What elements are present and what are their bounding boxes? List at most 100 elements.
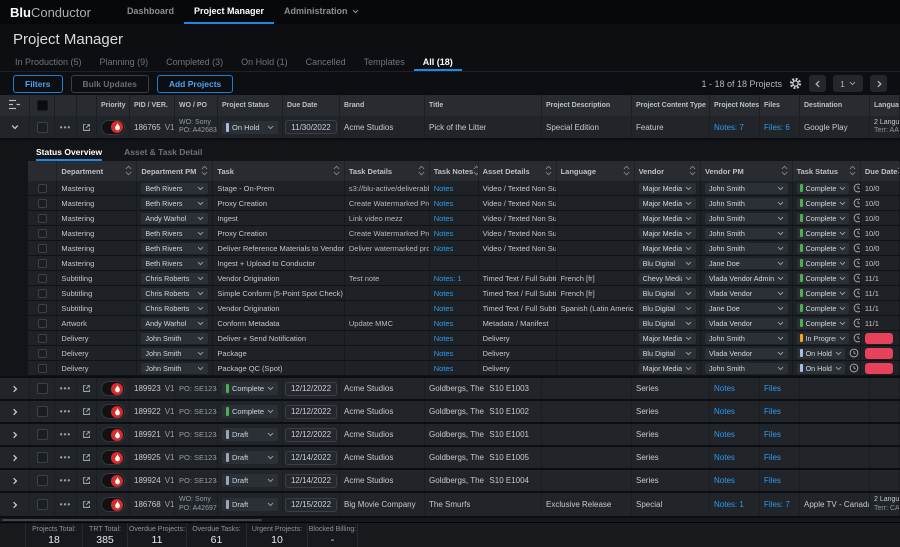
task-notes-link[interactable]: Notes xyxy=(434,184,454,193)
detail-tab-asset-task-detail[interactable]: Asset & Task Detail xyxy=(124,144,202,161)
project-files-link[interactable]: Files xyxy=(764,453,781,462)
tree-view-icon[interactable] xyxy=(8,99,21,112)
task-status-select[interactable]: Completed xyxy=(797,288,849,299)
vendor-select[interactable]: Blu Digital xyxy=(639,303,696,314)
task-notes-link[interactable]: Notes xyxy=(434,349,454,358)
vendor-pm-select[interactable]: John Smith xyxy=(705,183,788,194)
project-status-select[interactable]: Completed xyxy=(222,405,278,418)
clock-icon[interactable] xyxy=(853,198,861,208)
due-date-field[interactable]: 12/12/2022 xyxy=(285,428,337,442)
department-pm-select[interactable]: Beth Rivers xyxy=(141,243,208,254)
nav-item-project-manager[interactable]: Project Manager xyxy=(184,0,274,24)
vendor-pm-select[interactable]: John Smith xyxy=(705,228,788,239)
task-notes-link[interactable]: Notes xyxy=(434,244,454,253)
nav-item-dashboard[interactable]: Dashboard xyxy=(117,0,184,24)
sort-icon[interactable] xyxy=(125,165,132,178)
tab-completed-3-[interactable]: Completed (3) xyxy=(157,54,232,71)
task-checkbox[interactable] xyxy=(38,184,47,193)
project-status-select[interactable]: Draft xyxy=(222,498,278,511)
task-checkbox[interactable] xyxy=(38,214,47,223)
project-files-link[interactable]: Files: 7 xyxy=(764,500,790,509)
select-all-checkbox[interactable] xyxy=(37,100,48,111)
next-page-button[interactable] xyxy=(870,75,887,92)
task-status-select[interactable]: Completed xyxy=(797,183,849,194)
task-notes-link[interactable]: Notes xyxy=(434,334,454,343)
more-options-button[interactable]: ••• xyxy=(60,384,71,393)
row-checkbox[interactable] xyxy=(37,499,48,510)
vendor-pm-select[interactable]: John Smith xyxy=(705,213,788,224)
department-pm-select[interactable]: Andy Warhol xyxy=(141,318,208,329)
sort-icon[interactable] xyxy=(333,165,340,178)
sort-icon[interactable] xyxy=(201,165,208,178)
vendor-select[interactable]: Blu Digital xyxy=(639,288,696,299)
department-pm-select[interactable]: Beth Rivers xyxy=(141,228,208,239)
project-notes-link[interactable]: Notes xyxy=(714,407,735,416)
sort-icon[interactable] xyxy=(781,165,788,178)
due-date-field[interactable]: 12/12/2022 xyxy=(285,405,337,419)
vendor-select[interactable]: Major Media Service xyxy=(639,183,696,194)
clock-icon[interactable] xyxy=(853,288,861,298)
collapse-row-icon[interactable] xyxy=(10,122,20,132)
page-select[interactable]: 1 xyxy=(833,75,863,92)
vendor-pm-select[interactable]: John Smith xyxy=(705,198,788,209)
vendor-pm-select[interactable]: John Smith xyxy=(705,363,788,374)
task-status-select[interactable]: Completed xyxy=(797,243,849,254)
department-pm-select[interactable]: Chris Roberts xyxy=(141,273,208,284)
detail-tab-status-overview[interactable]: Status Overview xyxy=(36,144,102,161)
vendor-select[interactable]: Major Media Service xyxy=(639,213,696,224)
priority-toggle[interactable] xyxy=(101,497,125,512)
bulk-updates-button[interactable]: Bulk Updates xyxy=(71,75,149,93)
priority-toggle[interactable] xyxy=(101,120,125,135)
tab-on-hold-1-[interactable]: On Hold (1) xyxy=(232,54,297,71)
vendor-select[interactable]: Major Media Service xyxy=(639,363,696,374)
nav-item-administration[interactable]: Administration xyxy=(274,0,369,24)
project-status-select[interactable]: Draft xyxy=(222,451,278,464)
department-pm-select[interactable]: Beth Rivers xyxy=(141,258,208,269)
open-project-icon[interactable] xyxy=(81,122,92,133)
prev-page-button[interactable] xyxy=(809,75,826,92)
open-project-icon[interactable] xyxy=(81,475,92,486)
task-notes-link[interactable]: Notes xyxy=(434,319,454,328)
row-checkbox[interactable] xyxy=(37,406,48,417)
project-files-link[interactable]: Files xyxy=(764,476,781,485)
priority-toggle[interactable] xyxy=(101,427,125,442)
department-pm-select[interactable]: John Smith xyxy=(141,333,208,344)
clock-icon[interactable] xyxy=(849,363,859,373)
clock-icon[interactable] xyxy=(853,213,861,223)
tab-all-18-[interactable]: All (18) xyxy=(414,54,462,71)
project-status-select[interactable]: Completed xyxy=(222,382,278,395)
more-options-button[interactable]: ••• xyxy=(60,500,71,509)
vendor-pm-select[interactable]: Jane Doe xyxy=(705,303,788,314)
clock-icon[interactable] xyxy=(849,348,859,358)
vendor-pm-select[interactable]: Vlada Vendor xyxy=(705,318,788,329)
project-notes-link[interactable]: Notes xyxy=(714,430,735,439)
task-checkbox[interactable] xyxy=(38,274,47,283)
task-checkbox[interactable] xyxy=(38,319,47,328)
open-project-icon[interactable] xyxy=(81,406,92,417)
task-notes-link[interactable]: Notes xyxy=(434,364,454,373)
clock-icon[interactable] xyxy=(853,228,861,238)
add-projects-button[interactable]: Add Projects xyxy=(157,75,233,93)
tab-cancelled[interactable]: Cancelled xyxy=(297,54,355,71)
project-status-select[interactable]: Draft xyxy=(222,474,278,487)
expand-row-icon[interactable] xyxy=(10,407,20,417)
vendor-select[interactable]: Major Media Service xyxy=(639,228,696,239)
row-checkbox[interactable] xyxy=(37,122,48,133)
row-checkbox[interactable] xyxy=(37,475,48,486)
expand-row-icon[interactable] xyxy=(10,476,20,486)
filters-button[interactable]: Filters xyxy=(13,75,63,93)
vendor-pm-select[interactable]: Vlada Vendor xyxy=(705,348,788,359)
project-notes-link[interactable]: Notes xyxy=(714,476,735,485)
task-checkbox[interactable] xyxy=(38,259,47,268)
project-status-select[interactable]: On Hold xyxy=(222,121,278,134)
project-notes-link[interactable]: Notes xyxy=(714,384,735,393)
sort-icon[interactable] xyxy=(849,165,856,178)
vendor-pm-select[interactable]: John Smith xyxy=(705,243,788,254)
vendor-select[interactable]: Blu Digital xyxy=(639,318,696,329)
project-status-select[interactable]: Draft xyxy=(222,428,278,441)
vendor-pm-select[interactable]: Vlada Vendor Admin xyxy=(705,273,788,284)
task-checkbox[interactable] xyxy=(38,334,47,343)
more-options-button[interactable]: ••• xyxy=(60,123,71,132)
sort-icon[interactable] xyxy=(545,165,552,178)
task-checkbox[interactable] xyxy=(38,289,47,298)
